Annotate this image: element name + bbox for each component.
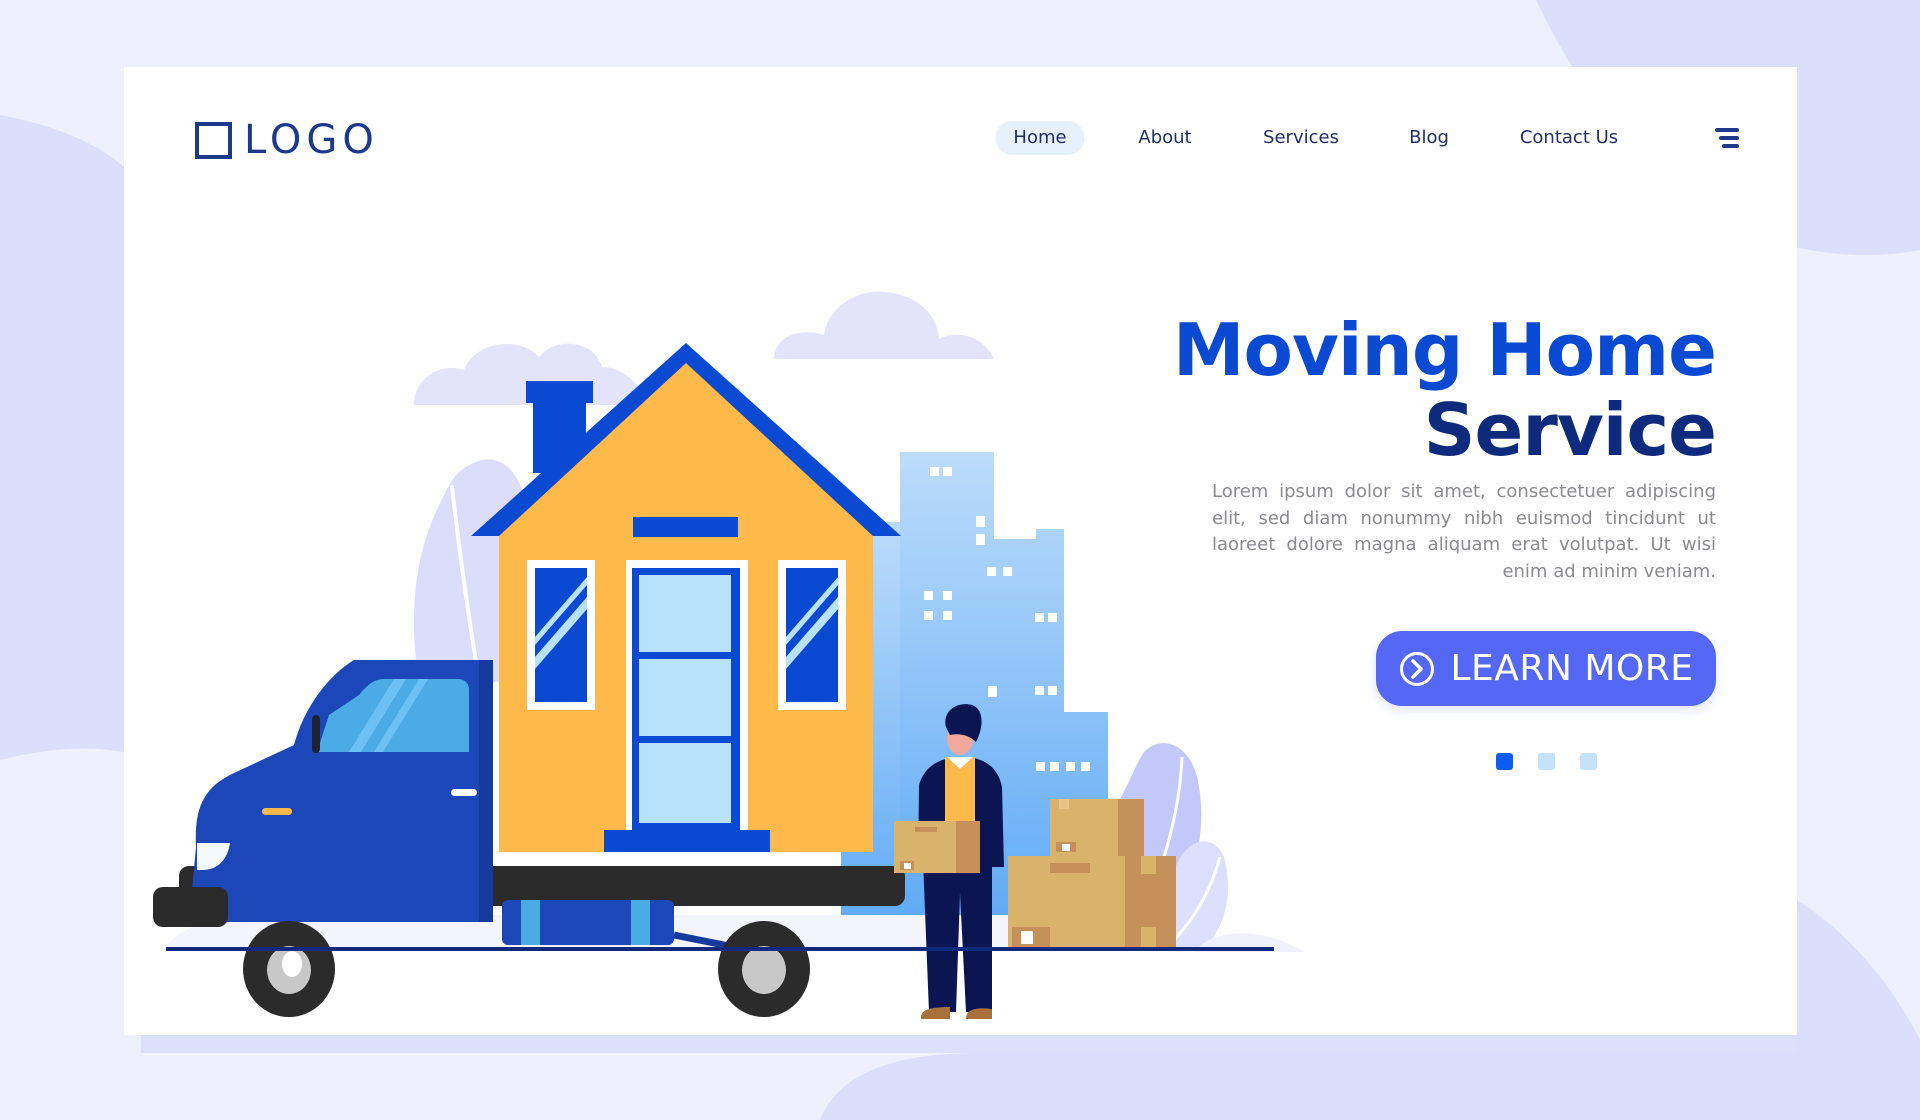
carousel-dot-1[interactable] bbox=[1496, 753, 1513, 770]
landing-card: LOGO Home About Services Blog Contact Us… bbox=[124, 67, 1797, 1035]
learn-more-button[interactable]: LEARN MORE bbox=[1376, 631, 1716, 706]
truck-wheel-rear bbox=[718, 921, 810, 1017]
logo-square-icon bbox=[195, 121, 232, 159]
carousel-dot-2[interactable] bbox=[1538, 753, 1555, 770]
logo-text: LOGO bbox=[244, 117, 379, 163]
arrow-right-circle-icon bbox=[1399, 651, 1434, 686]
logo[interactable]: LOGO bbox=[195, 120, 379, 160]
nav-about[interactable]: About bbox=[1138, 121, 1191, 155]
box-held bbox=[894, 821, 980, 873]
nav-home[interactable]: Home bbox=[995, 121, 1085, 155]
truck-wheel-front bbox=[243, 921, 335, 1017]
ground-line bbox=[166, 947, 1274, 951]
learn-more-label: LEARN MORE bbox=[1450, 648, 1694, 689]
carousel-dot-3[interactable] bbox=[1580, 753, 1597, 770]
card-shadow bbox=[141, 1035, 1797, 1053]
hero-title-line2: Service bbox=[1423, 388, 1717, 472]
nav-contact-us[interactable]: Contact Us bbox=[1520, 121, 1618, 155]
hero-description: Lorem ipsum dolor sit amet, consectetuer… bbox=[1212, 481, 1716, 582]
house bbox=[471, 343, 901, 852]
nav-services[interactable]: Services bbox=[1263, 121, 1339, 155]
hero-title-line1: Moving Home bbox=[1172, 308, 1717, 392]
cloud-right bbox=[774, 291, 994, 359]
hamburger-menu-icon[interactable] bbox=[1713, 125, 1739, 151]
hero-title: Moving Home Service bbox=[1172, 308, 1717, 472]
nav-blog[interactable]: Blog bbox=[1409, 121, 1449, 155]
